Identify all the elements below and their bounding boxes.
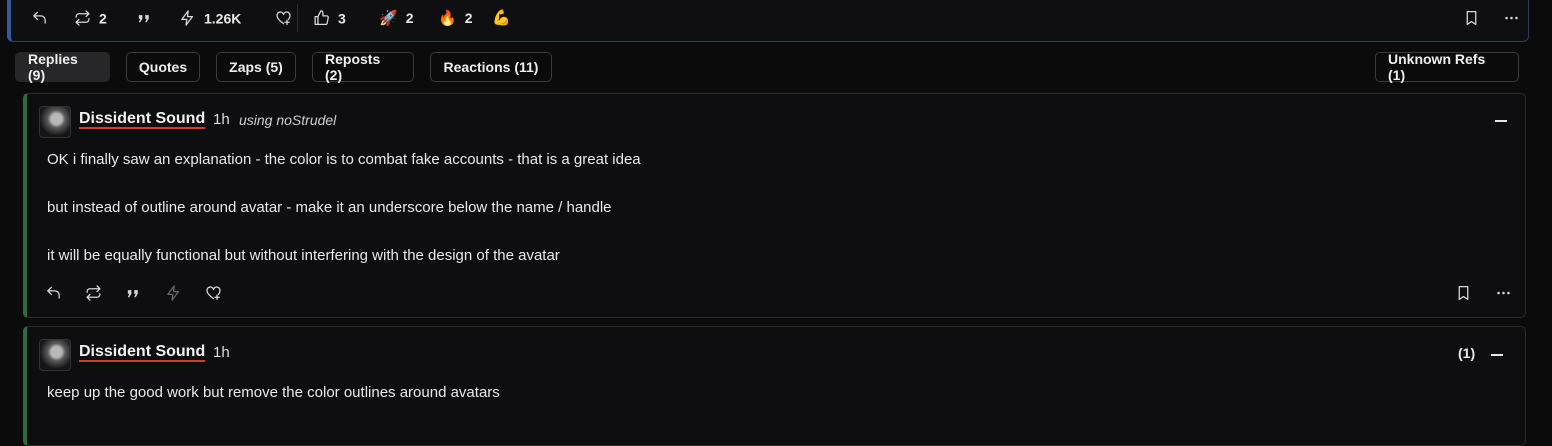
quote-button[interactable] [136, 10, 153, 27]
tab-reactions[interactable]: Reactions (11) [430, 52, 552, 82]
avatar[interactable] [39, 106, 71, 138]
tab-reposts[interactable]: Reposts (2) [312, 51, 414, 83]
repost-icon [75, 10, 90, 26]
heart-plus-icon [206, 286, 221, 301]
author-name[interactable]: Dissident Sound [79, 343, 205, 361]
zap-icon [181, 10, 194, 26]
rocket-emoji: 🚀 [379, 9, 398, 27]
reply-card: Dissident Sound 1h using noStrudel OK i … [23, 93, 1526, 318]
fire-reaction[interactable]: 🔥 2 [438, 10, 472, 26]
post-time[interactable]: 1h [213, 344, 230, 361]
bookmark-icon [1466, 10, 1477, 26]
like-reaction[interactable]: 3 [313, 10, 346, 27]
fire-emoji: 🔥 [438, 9, 457, 27]
rocket-reaction[interactable]: 🚀 2 [379, 10, 413, 26]
author-name[interactable]: Dissident Sound [79, 110, 205, 128]
more-horizontal-icon [1505, 16, 1518, 20]
thumbs-up-icon [314, 10, 329, 26]
action-divider [297, 4, 298, 32]
flex-emoji: 💪 [492, 9, 511, 27]
add-reaction-button[interactable] [275, 10, 292, 27]
reply-icon [47, 286, 60, 299]
tab-quotes[interactable]: Quotes [126, 52, 200, 82]
tab-unknown-refs[interactable]: Unknown Refs (1) [1375, 51, 1519, 83]
reply-icon [33, 11, 46, 24]
reply-text-line: it will be equally functional but withou… [47, 247, 560, 264]
collapse-button[interactable] [1495, 120, 1507, 122]
reply-count[interactable]: (1) [1458, 345, 1475, 361]
reply-button[interactable] [31, 10, 48, 27]
bookmark-button[interactable] [1463, 10, 1480, 27]
avatar[interactable] [39, 339, 71, 371]
quote-icon [138, 15, 149, 23]
reply-text-line: but instead of outline around avatar - m… [47, 199, 612, 216]
quote-button[interactable] [125, 285, 142, 302]
zap-button[interactable]: 1.26K [179, 10, 241, 27]
reply-button[interactable] [45, 285, 62, 302]
repost-icon [86, 285, 101, 301]
flex-reaction[interactable]: 💪 [492, 11, 511, 26]
zap-icon [167, 285, 180, 301]
fire-count: 2 [464, 10, 473, 26]
bookmark-icon [1458, 285, 1469, 301]
quote-icon [127, 290, 138, 298]
like-count: 3 [338, 10, 346, 26]
repost-count: 2 [99, 10, 107, 26]
tab-zaps[interactable]: Zaps (5) [216, 52, 296, 82]
repost-button[interactable]: 2 [74, 10, 107, 27]
reply-text-line: keep up the good work but remove the col… [47, 384, 500, 401]
post-time[interactable]: 1h [213, 111, 230, 128]
repost-button[interactable] [85, 285, 102, 302]
reply-text-line: OK i finally saw an explanation - the co… [47, 151, 641, 168]
more-options-button[interactable] [1503, 10, 1520, 27]
zap-amount: 1.26K [204, 10, 242, 26]
more-horizontal-icon [1497, 291, 1510, 295]
add-reaction-button[interactable] [205, 285, 222, 302]
bookmark-button[interactable] [1455, 285, 1472, 302]
collapse-button[interactable] [1491, 354, 1503, 356]
reply-card: Dissident Sound 1h (1) keep up the good … [23, 326, 1526, 446]
more-options-button[interactable] [1495, 285, 1512, 302]
rocket-count: 2 [405, 10, 414, 26]
heart-plus-icon [276, 11, 291, 26]
tab-replies[interactable]: Replies (9) [15, 51, 110, 83]
note-action-bar: 2 1.26K 3 🚀 2 🔥 2 💪 [7, 0, 1529, 42]
client-label: using noStrudel [239, 112, 337, 128]
zap-button[interactable] [165, 285, 182, 302]
